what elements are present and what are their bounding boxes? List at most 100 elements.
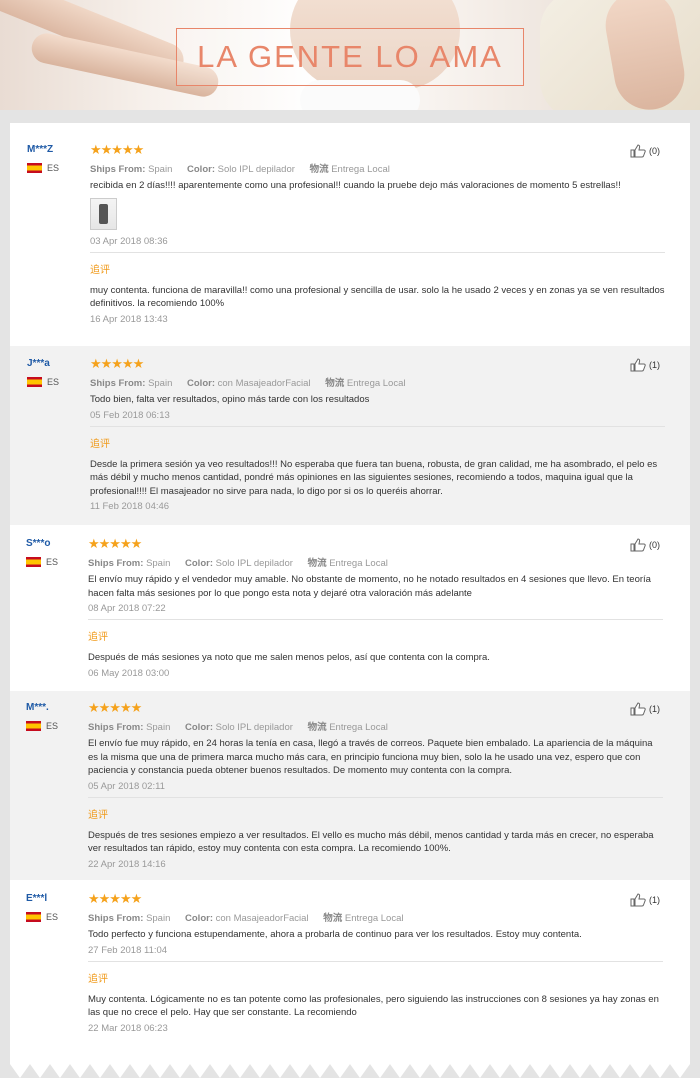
review-date: 27 Feb 2018 11:04 bbox=[88, 944, 168, 956]
divider bbox=[88, 796, 663, 798]
followup-label: 追评 bbox=[90, 438, 110, 450]
divider bbox=[88, 960, 663, 962]
review-date: 03 Apr 2018 08:36 bbox=[90, 235, 168, 247]
review-meta: Ships From: Spain Color: con MasajeadorF… bbox=[88, 910, 663, 924]
followup-text: Desde la primera sesión ya veo resultado… bbox=[90, 458, 658, 497]
review-date: 05 Feb 2018 06:13 bbox=[90, 409, 170, 421]
reviewer-country: ES bbox=[26, 912, 58, 922]
reviewer-name: J***a bbox=[27, 358, 50, 369]
ships-from-label: Ships From: bbox=[88, 722, 144, 733]
zigzag-edge bbox=[0, 1056, 700, 1078]
review-content: ★★★★★ Ships From: Spain Color: Solo IPL … bbox=[88, 701, 663, 870]
spain-flag-icon bbox=[26, 912, 41, 922]
reviewer-country: ES bbox=[27, 377, 59, 387]
spain-flag-icon bbox=[26, 557, 41, 567]
reviews-panel: M***Z ES (0) ★★★★★ Ships From: Spain Col… bbox=[10, 123, 690, 1078]
review-text: Todo bien, falta ver resultados, opino m… bbox=[90, 394, 370, 405]
ships-from-label: Ships From: bbox=[88, 913, 144, 924]
star-rating: ★★★★★ bbox=[90, 142, 144, 157]
review-item: M***Z ES (0) ★★★★★ Ships From: Spain Col… bbox=[10, 123, 690, 346]
review-date: 05 Apr 2018 02:11 bbox=[88, 780, 165, 792]
followup-text: Después de más sesiones ya noto que me s… bbox=[88, 652, 490, 663]
logistics-label: 物流 bbox=[323, 913, 343, 924]
review-item: S***o ES (0) ★★★★★ Ships From: Spain Col… bbox=[10, 525, 690, 691]
followup-date: 06 May 2018 03:00 bbox=[88, 667, 170, 679]
color-label: Color: bbox=[185, 913, 213, 924]
review-item: J***a ES (1) ★★★★★ Ships From: Spain Col… bbox=[10, 346, 690, 525]
review-content: ★★★★★ Ships From: Spain Color: con Masaj… bbox=[88, 892, 663, 1034]
ships-from-label: Ships From: bbox=[88, 558, 144, 569]
ships-from-value: Spain bbox=[148, 378, 173, 389]
review-text: recibida en 2 días!!!! aparentemente com… bbox=[90, 180, 621, 191]
country-code: ES bbox=[47, 377, 60, 387]
logistics-label: 物流 bbox=[307, 558, 327, 569]
review-meta: Ships From: Spain Color: con MasajeadorF… bbox=[90, 375, 665, 389]
ships-from-value: Spain bbox=[146, 722, 171, 733]
ships-from-label: Ships From: bbox=[90, 378, 146, 389]
followup-date: 11 Feb 2018 04:46 bbox=[90, 501, 170, 512]
color-value: Solo IPL depilador bbox=[215, 722, 293, 733]
divider bbox=[88, 619, 663, 620]
followup-text: muy contenta. funciona de maravilla!! co… bbox=[90, 284, 665, 310]
reviewer-country: ES bbox=[26, 557, 58, 567]
banner-title: LA GENTE LO AMA bbox=[176, 28, 524, 86]
spain-flag-icon bbox=[27, 163, 42, 173]
logistics-label: 物流 bbox=[325, 378, 345, 389]
color-label: Color: bbox=[185, 722, 213, 733]
reviewer-name: M***. bbox=[26, 702, 49, 713]
color-value: Solo IPL depilador bbox=[215, 558, 293, 569]
star-rating: ★★★★★ bbox=[88, 536, 142, 551]
color-value: con MasajeadorFacial bbox=[217, 378, 311, 389]
star-rating: ★★★★★ bbox=[88, 700, 142, 715]
color-label: Color: bbox=[185, 558, 213, 569]
ships-from-label: Ships From: bbox=[90, 164, 146, 175]
review-photo[interactable] bbox=[90, 197, 117, 230]
logistics-value: Entrega Local bbox=[329, 722, 388, 733]
review-meta: Ships From: Spain Color: Solo IPL depila… bbox=[90, 161, 665, 175]
followup-date: 16 Apr 2018 13:43 bbox=[90, 313, 168, 325]
country-code: ES bbox=[46, 557, 59, 567]
logistics-value: Entrega Local bbox=[329, 558, 388, 569]
review-meta: Ships From: Spain Color: Solo IPL depila… bbox=[88, 555, 663, 569]
review-meta: Ships From: Spain Color: Solo IPL depila… bbox=[88, 719, 663, 733]
star-rating: ★★★★★ bbox=[88, 891, 142, 906]
reviewer-name: S***o bbox=[26, 538, 51, 549]
logistics-label: 物流 bbox=[307, 722, 327, 733]
review-content: ★★★★★ Ships From: Spain Color: Solo IPL … bbox=[90, 143, 665, 325]
review-item: E***l ES (1) ★★★★★ Ships From: Spain Col… bbox=[10, 880, 690, 1078]
color-label: Color: bbox=[187, 378, 215, 389]
country-code: ES bbox=[47, 163, 60, 173]
color-value: Solo IPL depilador bbox=[217, 164, 295, 175]
star-rating: ★★★★★ bbox=[90, 356, 144, 371]
divider bbox=[90, 425, 665, 427]
divider bbox=[90, 251, 665, 253]
review-text: Todo perfecto y funciona estupendamente,… bbox=[88, 929, 582, 940]
spain-flag-icon bbox=[27, 377, 42, 387]
followup-label: 追评 bbox=[88, 632, 108, 643]
followup-text: Después de tres sesiones empiezo a ver r… bbox=[88, 829, 654, 855]
logistics-value: Entrega Local bbox=[346, 378, 406, 389]
logistics-value: Entrega Local bbox=[344, 913, 404, 924]
country-code: ES bbox=[46, 912, 59, 922]
reviewer-country: ES bbox=[27, 163, 59, 173]
ships-from-value: Spain bbox=[146, 913, 171, 924]
spain-flag-icon bbox=[26, 721, 41, 731]
logistics-value: Entrega Local bbox=[331, 164, 390, 175]
header-banner: LA GENTE LO AMA bbox=[0, 0, 700, 110]
followup-label: 追评 bbox=[90, 264, 110, 276]
reviewer-name: E***l bbox=[26, 893, 48, 904]
color-label: Color: bbox=[187, 164, 215, 175]
review-date: 08 Apr 2018 07:22 bbox=[88, 603, 166, 614]
review-text: El envío fue muy rápido, en 24 horas la … bbox=[88, 738, 653, 776]
color-value: con MasajeadorFacial bbox=[215, 913, 309, 924]
review-content: ★★★★★ Ships From: Spain Color: Solo IPL … bbox=[88, 537, 663, 679]
review-item: M***. ES (1) ★★★★★ Ships From: Spain Col… bbox=[10, 691, 690, 880]
followup-date: 22 Apr 2018 14:16 bbox=[88, 858, 166, 870]
reviewer-country: ES bbox=[26, 721, 58, 731]
followup-text: Muy contenta. Lógicamente no es tan pote… bbox=[88, 993, 659, 1019]
review-content: ★★★★★ Ships From: Spain Color: con Masaj… bbox=[90, 357, 665, 512]
country-code: ES bbox=[46, 721, 59, 731]
ships-from-value: Spain bbox=[148, 164, 173, 175]
followup-date: 22 Mar 2018 06:23 bbox=[88, 1022, 168, 1034]
followup-label: 追评 bbox=[88, 973, 108, 985]
